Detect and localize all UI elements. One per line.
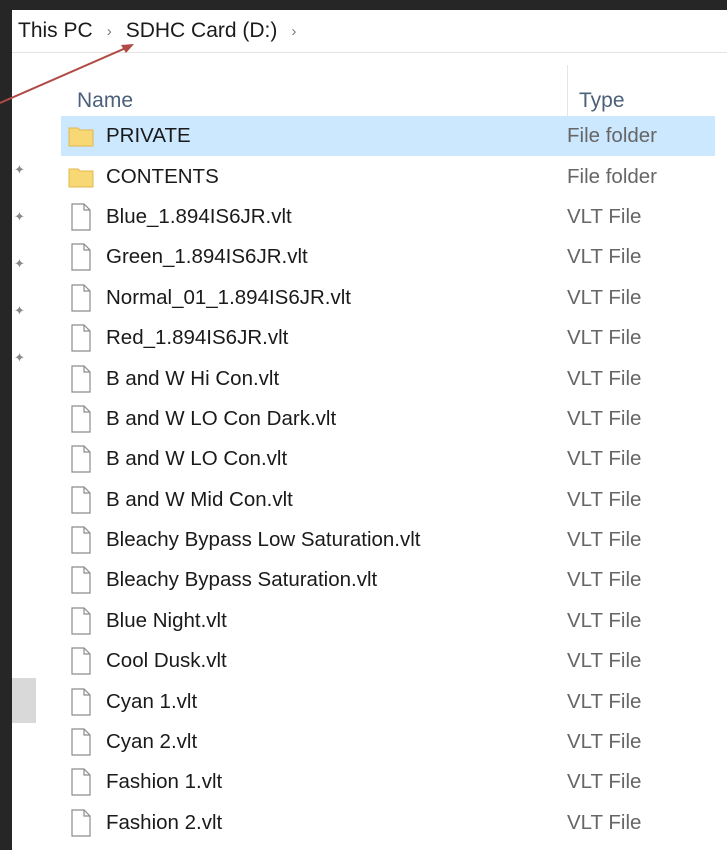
pin-icon[interactable]: ✦ [14,257,28,271]
file-row[interactable]: Blue_1.894IS6JR.vlt VLT File [61,197,715,237]
file-name: B and W LO Con.vlt [106,447,288,471]
file-row[interactable]: Blue Night.vlt VLT File [61,601,715,641]
file-type: VLT File [567,285,642,309]
file-name: Cyan 2.vlt [106,730,198,754]
file-icon [66,323,96,353]
file-type: VLT File [567,689,642,713]
file-row[interactable]: Bleachy Bypass Low Saturation.vlt VLT Fil… [61,520,715,560]
file-type: VLT File [567,366,642,390]
file-type: VLT File [567,568,642,592]
file-icon [66,283,96,313]
file-icon [66,606,96,636]
file-icon [66,565,96,595]
chevron-right-icon[interactable]: › [107,23,112,40]
file-row[interactable]: Normal_01_1.894IS6JR.vlt VLT File [61,278,715,318]
file-icon [66,404,96,434]
file-list: PRIVATE File folder CONTENTS File folder Blu… [61,116,715,843]
file-type: VLT File [567,487,642,511]
file-row[interactable]: Fashion 1.vlt VLT File [61,762,715,802]
file-type: VLT File [567,608,642,632]
file-type: VLT File [567,447,642,471]
file-name: B and W Hi Con.vlt [106,366,280,390]
file-name: Cyan 1.vlt [106,689,198,713]
file-name: Blue Night.vlt [106,608,227,632]
file-type: VLT File [567,770,642,794]
file-icon [66,242,96,272]
file-name: PRIVATE [106,124,191,148]
navigation-selected-item[interactable] [12,678,36,723]
file-icon [66,525,96,555]
pin-icon[interactable]: ✦ [14,210,28,224]
file-type: File folder [567,124,658,148]
file-name: Bleachy Bypass Saturation.vlt [106,568,378,592]
file-type: VLT File [567,245,642,269]
file-type: VLT File [567,528,642,552]
file-name: Green_1.894IS6JR.vlt [106,245,308,269]
file-row[interactable]: B and W Hi Con.vlt VLT File [61,358,715,398]
file-row[interactable]: B and W Mid Con.vlt VLT File [61,480,715,520]
file-name: B and W Mid Con.vlt [106,487,293,511]
file-icon [66,727,96,757]
file-row[interactable]: B and W LO Con.vlt VLT File [61,439,715,479]
file-type: VLT File [567,649,642,673]
file-name: Red_1.894IS6JR.vlt [106,326,289,350]
file-type: VLT File [567,810,642,834]
file-type: VLT File [567,204,642,228]
file-icon [66,202,96,232]
folder-icon [66,162,96,192]
column-header: Name Type [62,53,727,125]
file-type: VLT File [567,326,642,350]
file-row[interactable]: Cyan 1.vlt VLT File [61,681,715,721]
address-bar[interactable]: This PC › SDHC Card (D:) › [12,10,727,53]
file-row[interactable]: Cyan 2.vlt VLT File [61,722,715,762]
column-header-name[interactable]: Name [77,89,133,113]
file-name: Normal_01_1.894IS6JR.vlt [106,285,351,309]
chevron-right-icon[interactable]: › [291,23,296,40]
file-name: Bleachy Bypass Low Saturation.vlt [106,528,421,552]
pin-icon[interactable]: ✦ [14,163,28,177]
file-row[interactable]: Red_1.894IS6JR.vlt VLT File [61,318,715,358]
file-icon [66,444,96,474]
file-row[interactable]: Green_1.894IS6JR.vlt VLT File [61,237,715,277]
file-icon [66,364,96,394]
file-row[interactable]: Fashion 2.vlt VLT File [61,803,715,843]
file-name: Cool Dusk.vlt [106,649,227,673]
navigation-pane: ✦ ✦ ✦ ✦ ✦ [12,53,62,850]
file-icon [66,646,96,676]
file-name: Fashion 1.vlt [106,770,223,794]
file-icon [66,767,96,797]
file-name: Blue_1.894IS6JR.vlt [106,204,292,228]
file-name: Fashion 2.vlt [106,810,223,834]
file-type: VLT File [567,406,642,430]
file-row[interactable]: CONTENTS File folder [61,156,715,196]
column-header-type[interactable]: Type [579,89,625,113]
folder-icon [66,121,96,151]
file-row[interactable]: B and W LO Con Dark.vlt VLT File [61,399,715,439]
file-type: File folder [567,164,658,188]
file-name: CONTENTS [106,164,219,188]
file-row[interactable]: PRIVATE File folder [61,116,715,157]
breadcrumb-sdhc-card[interactable]: SDHC Card (D:) [126,19,278,43]
file-icon [66,808,96,838]
pin-icon[interactable]: ✦ [14,304,28,318]
breadcrumb-this-pc[interactable]: This PC [18,19,93,43]
file-row[interactable]: Bleachy Bypass Saturation.vlt VLT File [61,560,715,600]
pin-icon[interactable]: ✦ [14,351,28,365]
file-type: VLT File [567,730,642,754]
file-name: B and W LO Con Dark.vlt [106,406,337,430]
file-icon [66,687,96,717]
file-icon [66,485,96,515]
file-row[interactable]: Cool Dusk.vlt VLT File [61,641,715,681]
